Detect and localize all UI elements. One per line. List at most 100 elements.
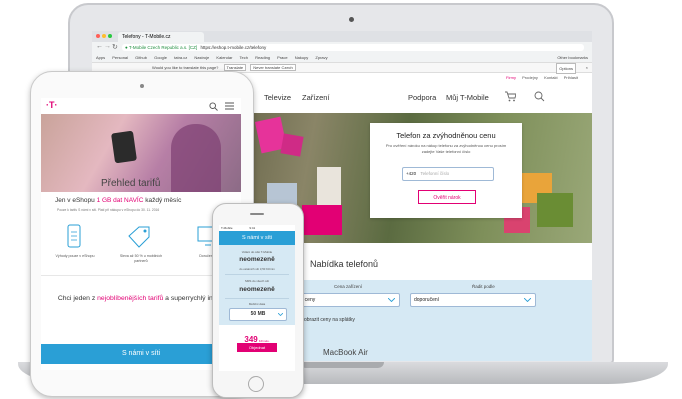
ipad-banner-title: Přehled tarifů [101, 178, 161, 189]
maximize-window-icon[interactable] [108, 34, 112, 38]
bookmark-item[interactable]: Tech [240, 55, 248, 60]
nav-item-televize[interactable]: Televize [264, 93, 291, 102]
minimize-window-icon[interactable] [102, 34, 106, 38]
nav-item-my-tmobile[interactable]: Můj T-Mobile [446, 93, 489, 102]
bookmark-item[interactable]: Github [135, 55, 147, 60]
security-label: T-Mobile Czech Republic a.s. [CZ] [128, 45, 198, 50]
row2-label: SMS do všech sítí [244, 279, 270, 283]
data-select[interactable]: 50 MB [229, 308, 287, 321]
bookmark-item[interactable]: Zpravy [315, 55, 327, 60]
search-icon[interactable] [209, 102, 218, 111]
forward-icon[interactable]: → [104, 43, 111, 50]
filter-sort-label: Řadit podle [472, 284, 495, 289]
choose-pre: Chci jeden z [57, 295, 98, 302]
carrier-label: T-Mobile [221, 226, 233, 230]
url-text: https://eshop.t-mobile.cz/telefony [200, 45, 267, 50]
row1-label: Volání do sítě T-Mobile [241, 250, 273, 254]
row2-value: neomezeně [239, 286, 275, 293]
choose-link[interactable]: nejoblíbenějších tarifů [97, 295, 163, 302]
phone-input[interactable]: +420 Telefonní číslo [402, 167, 494, 181]
ipad-camera [140, 84, 144, 88]
tmobile-logo: ·T· [46, 100, 58, 110]
row1-note: do ostatních sítí 3,50 Kč/min [239, 267, 275, 271]
reload-icon[interactable]: ↻ [112, 43, 118, 51]
phone-in-hand [111, 130, 137, 164]
person-figure [171, 124, 221, 192]
filter-price-label: Cena zařízení [334, 284, 363, 289]
address-input[interactable]: ● T-Mobile Czech Republic a.s. [CZ] http… [122, 44, 584, 51]
nav-item-zarizeni[interactable]: Zařízení [302, 93, 330, 102]
offer-heading: Nabídka telefonů [310, 259, 379, 269]
bookmark-item[interactable]: Kalendar [216, 55, 232, 60]
chevron-down-icon [388, 298, 395, 302]
iphone-screen: T-Mobile 9:41 S námi v síti Volání do sí… [219, 225, 295, 371]
top-link[interactable]: Kontakt [544, 75, 558, 80]
price-tag-icon [128, 226, 150, 248]
cart-icon[interactable] [504, 91, 516, 102]
tab-title: Telefony - T-Mobile.cz [122, 34, 171, 40]
verify-button[interactable]: Ověřit nárok [418, 190, 476, 204]
browser-tab[interactable]: Telefony - T-Mobile.cz [118, 32, 204, 42]
chevron-down-icon [278, 313, 283, 316]
browser-tabbar: Telefony - T-Mobile.cz [92, 31, 592, 42]
back-icon[interactable]: ← [96, 43, 103, 50]
filter-sort-value: doporučení [414, 297, 440, 303]
bookmark-item[interactable]: Google [154, 55, 167, 60]
bookmark-item[interactable]: Apps [96, 55, 105, 60]
macbook-label: MacBook Air [323, 348, 368, 357]
top-link[interactable]: Prodejny [522, 75, 538, 80]
browser-addressbar: ← → ↻ ● T-Mobile Czech Republic a.s. [CZ… [92, 42, 592, 53]
installments-toggle[interactable]: obrazit ceny na splátky [304, 317, 355, 323]
promo-pre: Jen v eShopu [55, 197, 97, 204]
filter-price-select[interactable]: ny ceny [294, 293, 400, 307]
gift-box [280, 133, 304, 157]
phone-icon [67, 224, 81, 248]
close-window-icon[interactable] [96, 34, 100, 38]
menu-icon[interactable] [225, 102, 234, 110]
top-link[interactable]: Prihlasit [564, 75, 578, 80]
status-time: 9:41 [249, 226, 256, 230]
ipad-divider [41, 275, 241, 276]
iphone-header: S námi v síti [219, 231, 295, 245]
lock-icon: ● [125, 45, 128, 50]
bookmark-item[interactable]: Nakupy [295, 55, 309, 60]
top-link[interactable]: Firmy [506, 75, 516, 80]
promo-post: každý měsíc [143, 197, 182, 204]
iphone-divider [225, 274, 289, 275]
other-bookmarks[interactable]: Other bookmarks [557, 53, 588, 62]
promo-highlight: 1 GB dat NAVÍC [96, 197, 144, 204]
gift-box [537, 193, 573, 227]
order-button[interactable]: Objednat [237, 343, 277, 352]
phone-prefix: +420 [406, 171, 417, 176]
home-button[interactable] [248, 376, 264, 392]
row1-value: neomezeně [239, 256, 275, 263]
ipad-choose-text: Chci jeden z nejoblíbenějších tarifů a s… [49, 294, 239, 303]
ipad-header: ·T· [41, 98, 241, 115]
ipad-promo: Jen v eShopu 1 GB dat NAVÍC každý měsíc [55, 197, 241, 204]
callback-title: Telefon za zvýhodněnou cenu [396, 131, 496, 140]
chevron-down-icon [524, 298, 531, 302]
bookmark-item[interactable]: Reading [255, 55, 270, 60]
callback-text: Pro ověření nároku na nákup telefonu za … [385, 143, 507, 154]
bookmark-item[interactable]: tatra.cz [174, 55, 187, 60]
phone-placeholder: Telefonní číslo [420, 171, 450, 176]
close-icon[interactable]: × [586, 63, 588, 72]
nav-item-support[interactable]: Podpora [408, 93, 436, 102]
filter-sort-select[interactable]: doporučení [410, 293, 536, 307]
bookmark-item[interactable]: Personal [112, 55, 128, 60]
data-label: Mobilní data [248, 302, 266, 306]
bookmark-item[interactable]: Nastroje [194, 55, 209, 60]
never-translate-button[interactable]: Never translate Czech [250, 64, 296, 71]
feature-label: Výhody pouze v eShopu [55, 254, 95, 258]
translate-prompt: Would you like to translate this page? [152, 65, 219, 70]
iphone-divider [225, 298, 289, 299]
camera-icon [349, 17, 354, 22]
search-icon[interactable] [534, 91, 545, 102]
translate-button[interactable]: Translate [223, 64, 247, 71]
ipad-screen: ·T· Přehled tarifů Jen v eShopu 1 GB dat… [41, 98, 241, 370]
bookmark-item[interactable]: Prace [277, 55, 287, 60]
macbook-notch [300, 362, 384, 368]
bookmarks-bar: Apps Personal Github Google tatra.cz Nas… [92, 53, 592, 63]
ipad-cta-button[interactable]: S námi v síti [41, 344, 241, 364]
data-value: 50 MB [250, 311, 266, 317]
